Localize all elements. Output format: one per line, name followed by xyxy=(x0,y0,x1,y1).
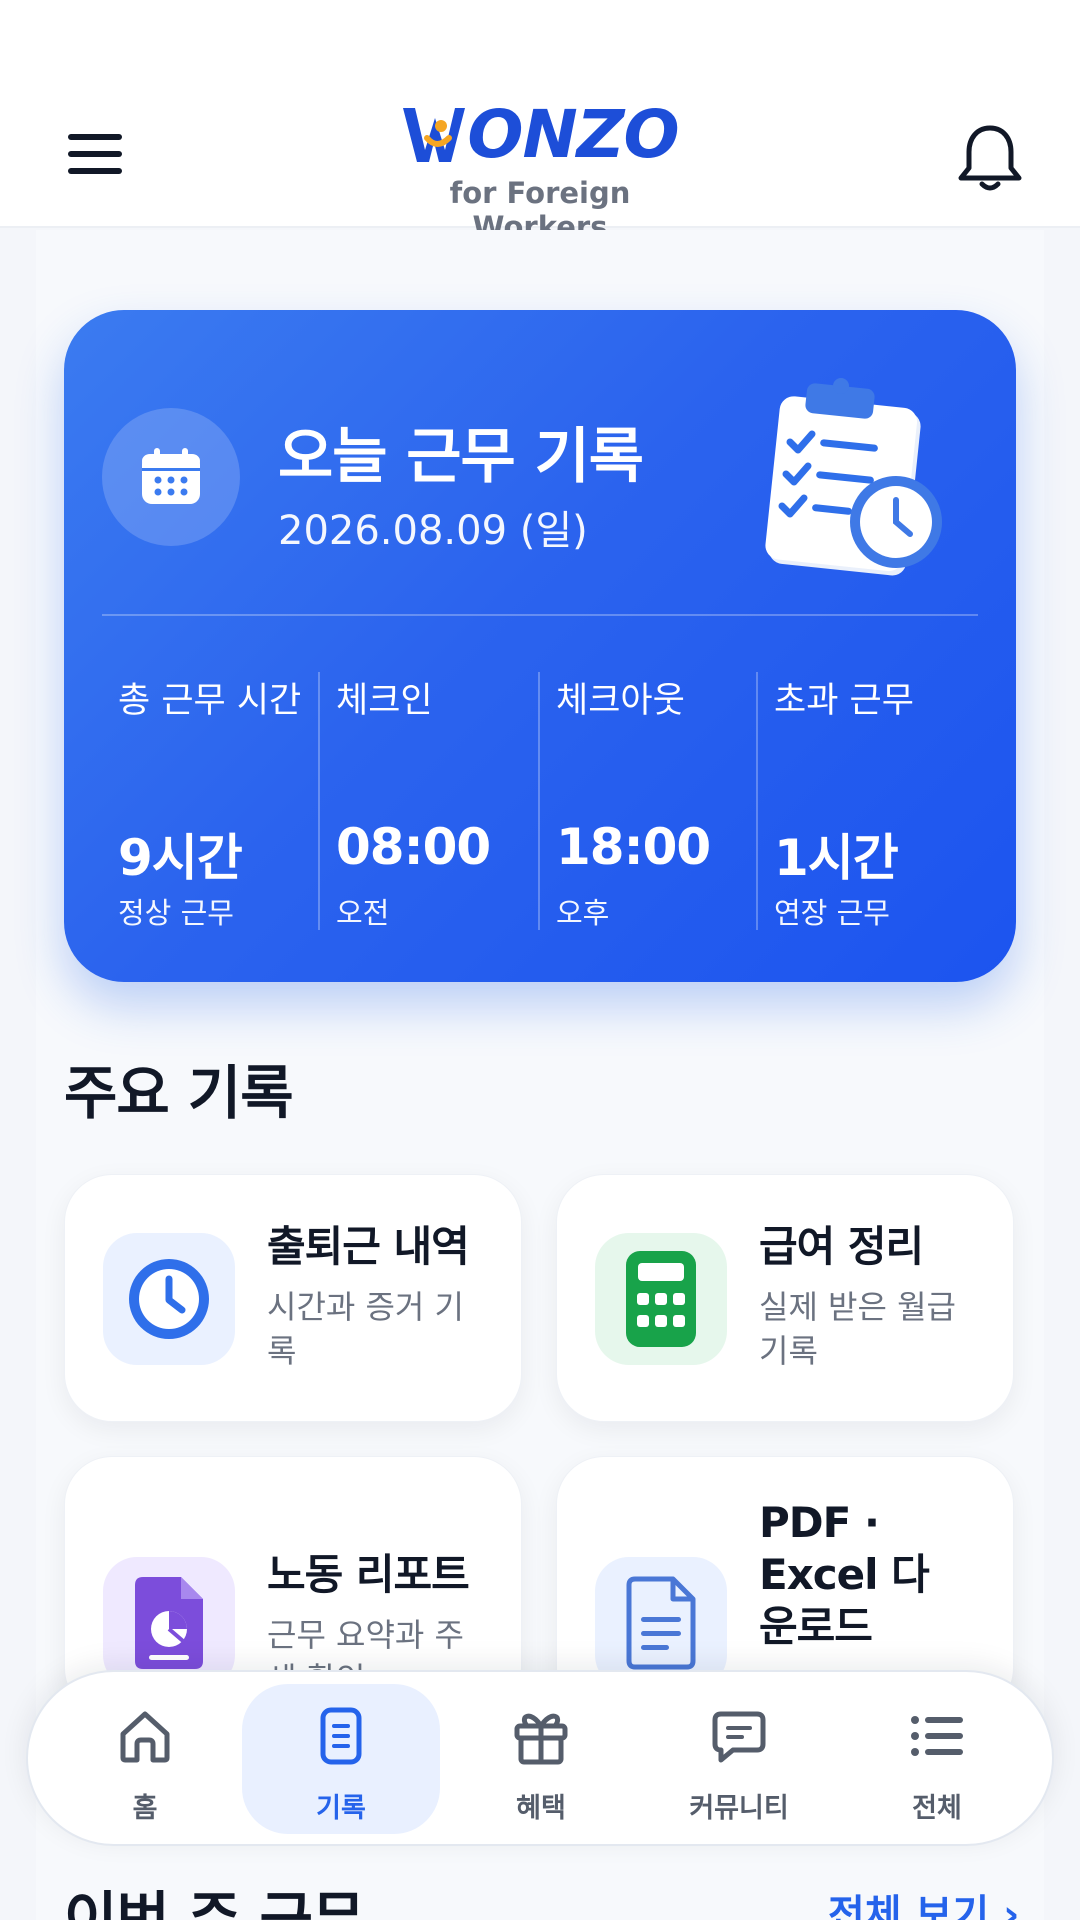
stat-divider xyxy=(538,672,540,930)
stat-sub: 오전 xyxy=(336,896,390,930)
tile-description: 시간과 증거 기록 xyxy=(267,1288,464,1370)
hamburger-menu-icon[interactable] xyxy=(60,124,130,184)
today-work-card[interactable]: 오늘 근무 기록 2026.08.09 (일) 총 근무 시간 9시간 정상 근… xyxy=(64,310,1016,982)
stat-check-in: 체크인 08:00 오전 xyxy=(336,672,536,942)
stat-label: 체크아웃 xyxy=(556,681,685,721)
payroll-summary-tile[interactable]: 급여 정리 실제 받은 월급 기록 xyxy=(556,1174,1014,1422)
logo-text: ONZO xyxy=(467,96,679,173)
nav-label: 기록 xyxy=(316,1793,366,1824)
tile-title: PDF · Excel 다운로드 xyxy=(759,1498,930,1651)
stat-divider xyxy=(756,672,758,930)
list-icon xyxy=(911,1716,963,1756)
stat-sub: 정상 근무 xyxy=(118,896,234,930)
tile-title: 출퇴근 내역 xyxy=(267,1222,470,1271)
stat-value: 1시간 xyxy=(774,829,899,887)
tile-title: 급여 정리 xyxy=(759,1222,924,1271)
stat-sub: 오후 xyxy=(556,896,610,930)
stat-label: 총 근무 시간 xyxy=(118,681,302,721)
chat-icon xyxy=(712,1711,766,1763)
calculator-icon xyxy=(595,1233,727,1365)
stat-label: 초과 근무 xyxy=(774,681,914,721)
calendar-icon xyxy=(102,408,240,546)
stat-value: 18:00 xyxy=(556,818,711,876)
stat-check-out: 체크아웃 18:00 오후 xyxy=(556,672,756,942)
attendance-history-tile[interactable]: 출퇴근 내역 시간과 증거 기록 xyxy=(64,1174,522,1422)
nav-benefits[interactable]: 혜택 xyxy=(442,1684,640,1834)
nav-label: 혜택 xyxy=(516,1793,566,1824)
nav-home[interactable]: 홈 xyxy=(46,1684,244,1834)
stat-overtime: 초과 근무 1시간 연장 근무 xyxy=(774,672,974,942)
nav-label: 홈 xyxy=(132,1793,158,1824)
stat-divider xyxy=(318,672,320,930)
main-records-title: 주요 기록 xyxy=(64,1059,294,1127)
record-icon xyxy=(320,1707,362,1765)
gift-icon xyxy=(514,1713,568,1765)
clock-icon xyxy=(103,1233,235,1365)
logo-mark xyxy=(401,104,467,166)
tile-description: 실제 받은 월급 기록 xyxy=(759,1288,956,1370)
this-week-title: 이번 주 근무 xyxy=(64,1885,365,1920)
card-divider xyxy=(102,614,978,616)
stat-sub: 연장 근무 xyxy=(774,896,890,930)
see-all-link[interactable]: 전체 보기 › xyxy=(828,1882,1020,1920)
stat-value: 08:00 xyxy=(336,818,491,876)
bottom-navigation: 홈 기록 혜택 커뮤니티 전체 xyxy=(26,1670,1054,1846)
nav-community[interactable]: 커뮤니티 xyxy=(640,1684,838,1834)
tile-title: 노동 리포트 xyxy=(267,1550,470,1599)
nav-records[interactable]: 기록 xyxy=(242,1684,440,1834)
clipboard-clock-icon xyxy=(754,376,954,576)
bell-icon[interactable] xyxy=(955,122,1025,194)
stat-total-hours: 총 근무 시간 9시간 정상 근무 xyxy=(118,672,318,942)
nav-all[interactable]: 전체 xyxy=(838,1684,1036,1834)
today-card-title: 오늘 근무 기록 xyxy=(278,422,644,492)
home-icon xyxy=(120,1711,170,1763)
nav-label: 커뮤니티 xyxy=(689,1793,789,1824)
today-card-date: 2026.08.09 (일) xyxy=(278,508,588,554)
nav-label: 전체 xyxy=(912,1793,962,1824)
stat-value: 9시간 xyxy=(118,829,243,887)
app-header: ONZO for Foreign Workers xyxy=(0,0,1080,244)
stat-label: 체크인 xyxy=(336,681,433,721)
app-logo: ONZO for Foreign Workers xyxy=(380,96,700,244)
